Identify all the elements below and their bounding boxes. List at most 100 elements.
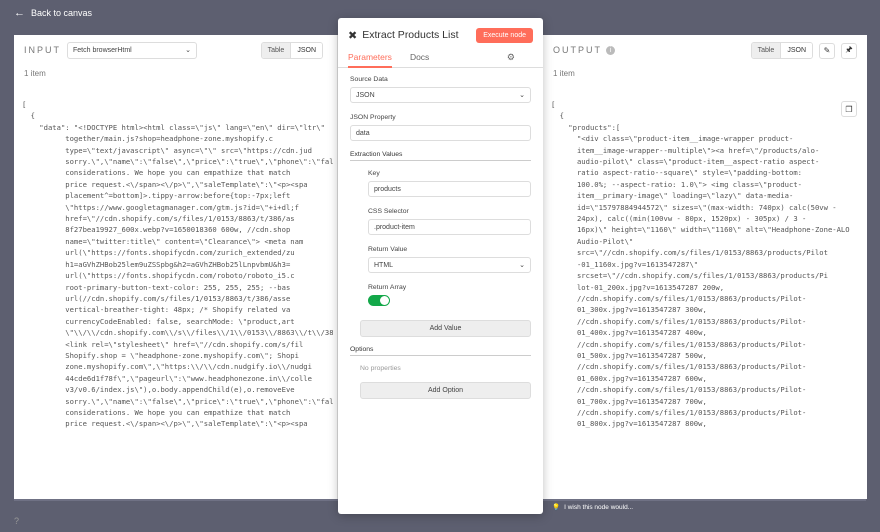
input-title: INPUT — [24, 45, 61, 55]
source-data-value: JSON — [356, 91, 375, 99]
add-option-button[interactable]: Add Option — [360, 382, 531, 399]
css-selector-input[interactable]: .product-item — [368, 219, 531, 235]
feedback-link[interactable]: 💡 I wish this node would... — [552, 503, 634, 512]
input-json-tab[interactable]: JSON — [290, 43, 322, 58]
input-json-line: Shopify.shop = \"headphone-zone.myshopif… — [22, 350, 299, 360]
input-json-line: root-primary-button-text-color: 255, 255… — [22, 282, 291, 292]
output-json-line: 01_300x.jpg?v=1613547287 300w, — [551, 305, 707, 315]
input-json-line: "data": "<!DOCTYPE html><html class=\"js… — [22, 122, 325, 132]
return-array-field: Return Array — [368, 284, 531, 306]
output-json-line: //cdn.shopify.com/s/files/1/0153/8863/pr… — [551, 407, 807, 417]
output-json-line: id=\"15797884944572\" sizes=\"(max-width… — [551, 202, 837, 212]
output-json-line: 24px), calc((min(100vw - 80px, 1520px) -… — [551, 214, 807, 224]
execute-node-button[interactable]: Execute node — [476, 28, 533, 43]
output-json-line: 100.0%; --aspect-ratio: 1.0\"> <img clas… — [551, 179, 802, 189]
input-panel-header: INPUT Fetch browserHtml ⌄ Table JSON — [14, 35, 337, 65]
input-json-line: considerations. We hope you can empathiz… — [22, 168, 291, 178]
help-icon[interactable]: ? — [14, 516, 19, 526]
edit-pencil-icon[interactable]: ✎ — [819, 42, 835, 59]
output-json-line: 01_800x.jpg?v=1613547287 800w, — [551, 419, 707, 429]
output-panel-header: OUTPUT i Table JSON ✎ 🖈 — [543, 35, 867, 65]
output-json-line: lot-01_200x.jpg?v=1613547287 200w, — [551, 282, 725, 292]
input-source-value: Fetch browserHtml — [73, 46, 132, 54]
output-json-line: audio-pilot\" class=\"product-item__aspe… — [551, 157, 820, 167]
add-value-button[interactable]: Add Value — [360, 320, 531, 337]
json-property-field: JSON Property data — [350, 114, 531, 141]
output-title: OUTPUT — [553, 45, 602, 55]
json-property-value: data — [356, 129, 370, 137]
input-json-line: \"\\/\\/cdn.shopify.com\\/s\\/files\\/1\… — [22, 328, 333, 338]
output-json-line: item__image-wrapper--multiple\"><a href=… — [551, 145, 820, 155]
input-json-line: zone.myshopify.com\",\"https:\\/\\/cdn.n… — [22, 362, 312, 372]
input-json-line: placement^=bottom]>.tippy-arrow:before{t… — [22, 191, 291, 201]
return-array-toggle[interactable] — [368, 295, 390, 306]
source-data-select[interactable]: JSON ⌄ — [350, 87, 531, 103]
modal-header: ✖ Extract Products List Execute node — [338, 18, 543, 52]
input-json-line: price request.<\/span><\/p>\",\"saleTemp… — [22, 419, 308, 429]
back-to-canvas-button[interactable]: ← Back to canvas — [14, 7, 93, 19]
output-json-line: //cdn.shopify.com/s/files/1/0153/8863/pr… — [551, 385, 807, 395]
key-input[interactable]: products — [368, 181, 531, 197]
input-json-line: name=\"twitter:title\" content=\"Clearan… — [22, 236, 304, 246]
output-json-line: 01_700x.jpg?v=1613547287 700w, — [551, 396, 707, 406]
pin-icon[interactable]: 🖈 — [841, 42, 857, 59]
input-json-line: together/main.js?shop=headphone-zone.mys… — [22, 134, 273, 144]
output-json-line: "<div class=\"product-item__image-wrappe… — [551, 134, 794, 144]
output-json-line: //cdn.shopify.com/s/files/1/0153/8863/pr… — [551, 293, 807, 303]
divider — [350, 160, 531, 161]
output-json-line: { — [551, 111, 564, 121]
node-settings-modal: ✖ Extract Products List Execute node Par… — [338, 18, 543, 514]
gear-icon[interactable]: ⚙ — [507, 52, 515, 63]
output-item-count: 1 item — [553, 69, 575, 78]
input-json-line: considerations. We hope you can empathiz… — [22, 407, 291, 417]
tab-parameters[interactable]: Parameters — [348, 52, 392, 68]
input-json-line: url(\"https://fonts.shopifycdn.com/zuric… — [22, 248, 295, 258]
chevron-down-icon: ⌄ — [519, 262, 525, 269]
input-view-toggle: Table JSON — [260, 42, 323, 59]
feedback-label: I wish this node would... — [564, 503, 634, 511]
info-icon[interactable]: i — [606, 45, 615, 55]
tools-icon: ✖ — [348, 29, 358, 42]
input-table-tab[interactable]: Table — [261, 43, 291, 58]
input-json-line: sorry.\",\"name\":\"false\",\"price\":\"… — [22, 396, 333, 406]
no-properties-text: No properties — [360, 365, 401, 372]
extraction-values-heading: Extraction Values — [350, 151, 403, 158]
input-json-line: v3/v0.6/index.js\"),o.body.appendChild(e… — [22, 385, 295, 395]
output-json-line: 01_500x.jpg?v=1613547287 500w, — [551, 350, 707, 360]
output-json-line: src=\"//cdn.shopify.com/s/files/1/0153/8… — [551, 248, 828, 258]
input-json-line: 44cde6d1f78f\",\"pageurl\":\"www.headpho… — [22, 373, 312, 383]
input-json-line: currencyCodeEnabled: false, searchMode: … — [22, 316, 295, 326]
output-json-line: -01_1160x.jpg?v=1613547287\" — [551, 259, 699, 269]
json-property-input[interactable]: data — [350, 125, 531, 141]
input-json-view: [ { "data": "<!DOCTYPE html><html class=… — [22, 99, 333, 499]
key-label: Key — [368, 170, 380, 177]
input-json-line: h1=aGVhZHBob25lem9uZSSpbg&h2=aGVhZHBob25… — [22, 259, 291, 269]
input-json-line: type=\"text/javascript\" async=\"\" src=… — [22, 145, 312, 155]
source-data-label: Source Data — [350, 76, 388, 83]
return-value-select[interactable]: HTML ⌄ — [368, 257, 531, 273]
output-view-toggle: Table JSON — [750, 42, 813, 59]
input-json-line: url(//cdn.shopify.com/s/files/1/0153/886… — [22, 293, 291, 303]
output-json-line: Audio-Pilot\" — [551, 236, 634, 246]
input-json-line: \"https://www.googletagmanager.com/gtm.j… — [22, 202, 299, 212]
input-item-count: 1 item — [24, 69, 46, 78]
css-selector-label: CSS Selector — [368, 208, 409, 215]
back-label: Back to canvas — [31, 8, 93, 18]
input-json-line: price request.<\/span><\/p>\",\"saleTemp… — [22, 179, 308, 189]
input-json-line: { — [22, 111, 35, 121]
output-json-line: //cdn.shopify.com/s/files/1/0153/8863/pr… — [551, 339, 807, 349]
output-actions: Table JSON ✎ 🖈 — [750, 42, 857, 59]
output-json-view: [ { "products":[ "<div class=\"product-i… — [551, 99, 863, 499]
node-title[interactable]: Extract Products List — [362, 29, 458, 41]
output-json-tab[interactable]: JSON — [780, 43, 812, 58]
return-value-label: Return Value — [368, 246, 408, 253]
json-property-label: JSON Property — [350, 114, 396, 121]
input-source-select[interactable]: Fetch browserHtml ⌄ — [67, 41, 197, 59]
tab-docs[interactable]: Docs — [410, 52, 429, 67]
css-selector-field: CSS Selector .product-item — [368, 208, 531, 235]
output-json-line: item__primary-image\" loading=\"lazy\" d… — [551, 191, 794, 201]
input-json-line: <link rel=\"stylesheet\" href=\"//cdn.sh… — [22, 339, 304, 349]
output-table-tab[interactable]: Table — [751, 43, 781, 58]
input-json-line: sorry.\",\"name\":\"false\",\"price\":\"… — [22, 157, 333, 167]
output-json-line: 01_400x.jpg?v=1613547287 400w, — [551, 328, 707, 338]
